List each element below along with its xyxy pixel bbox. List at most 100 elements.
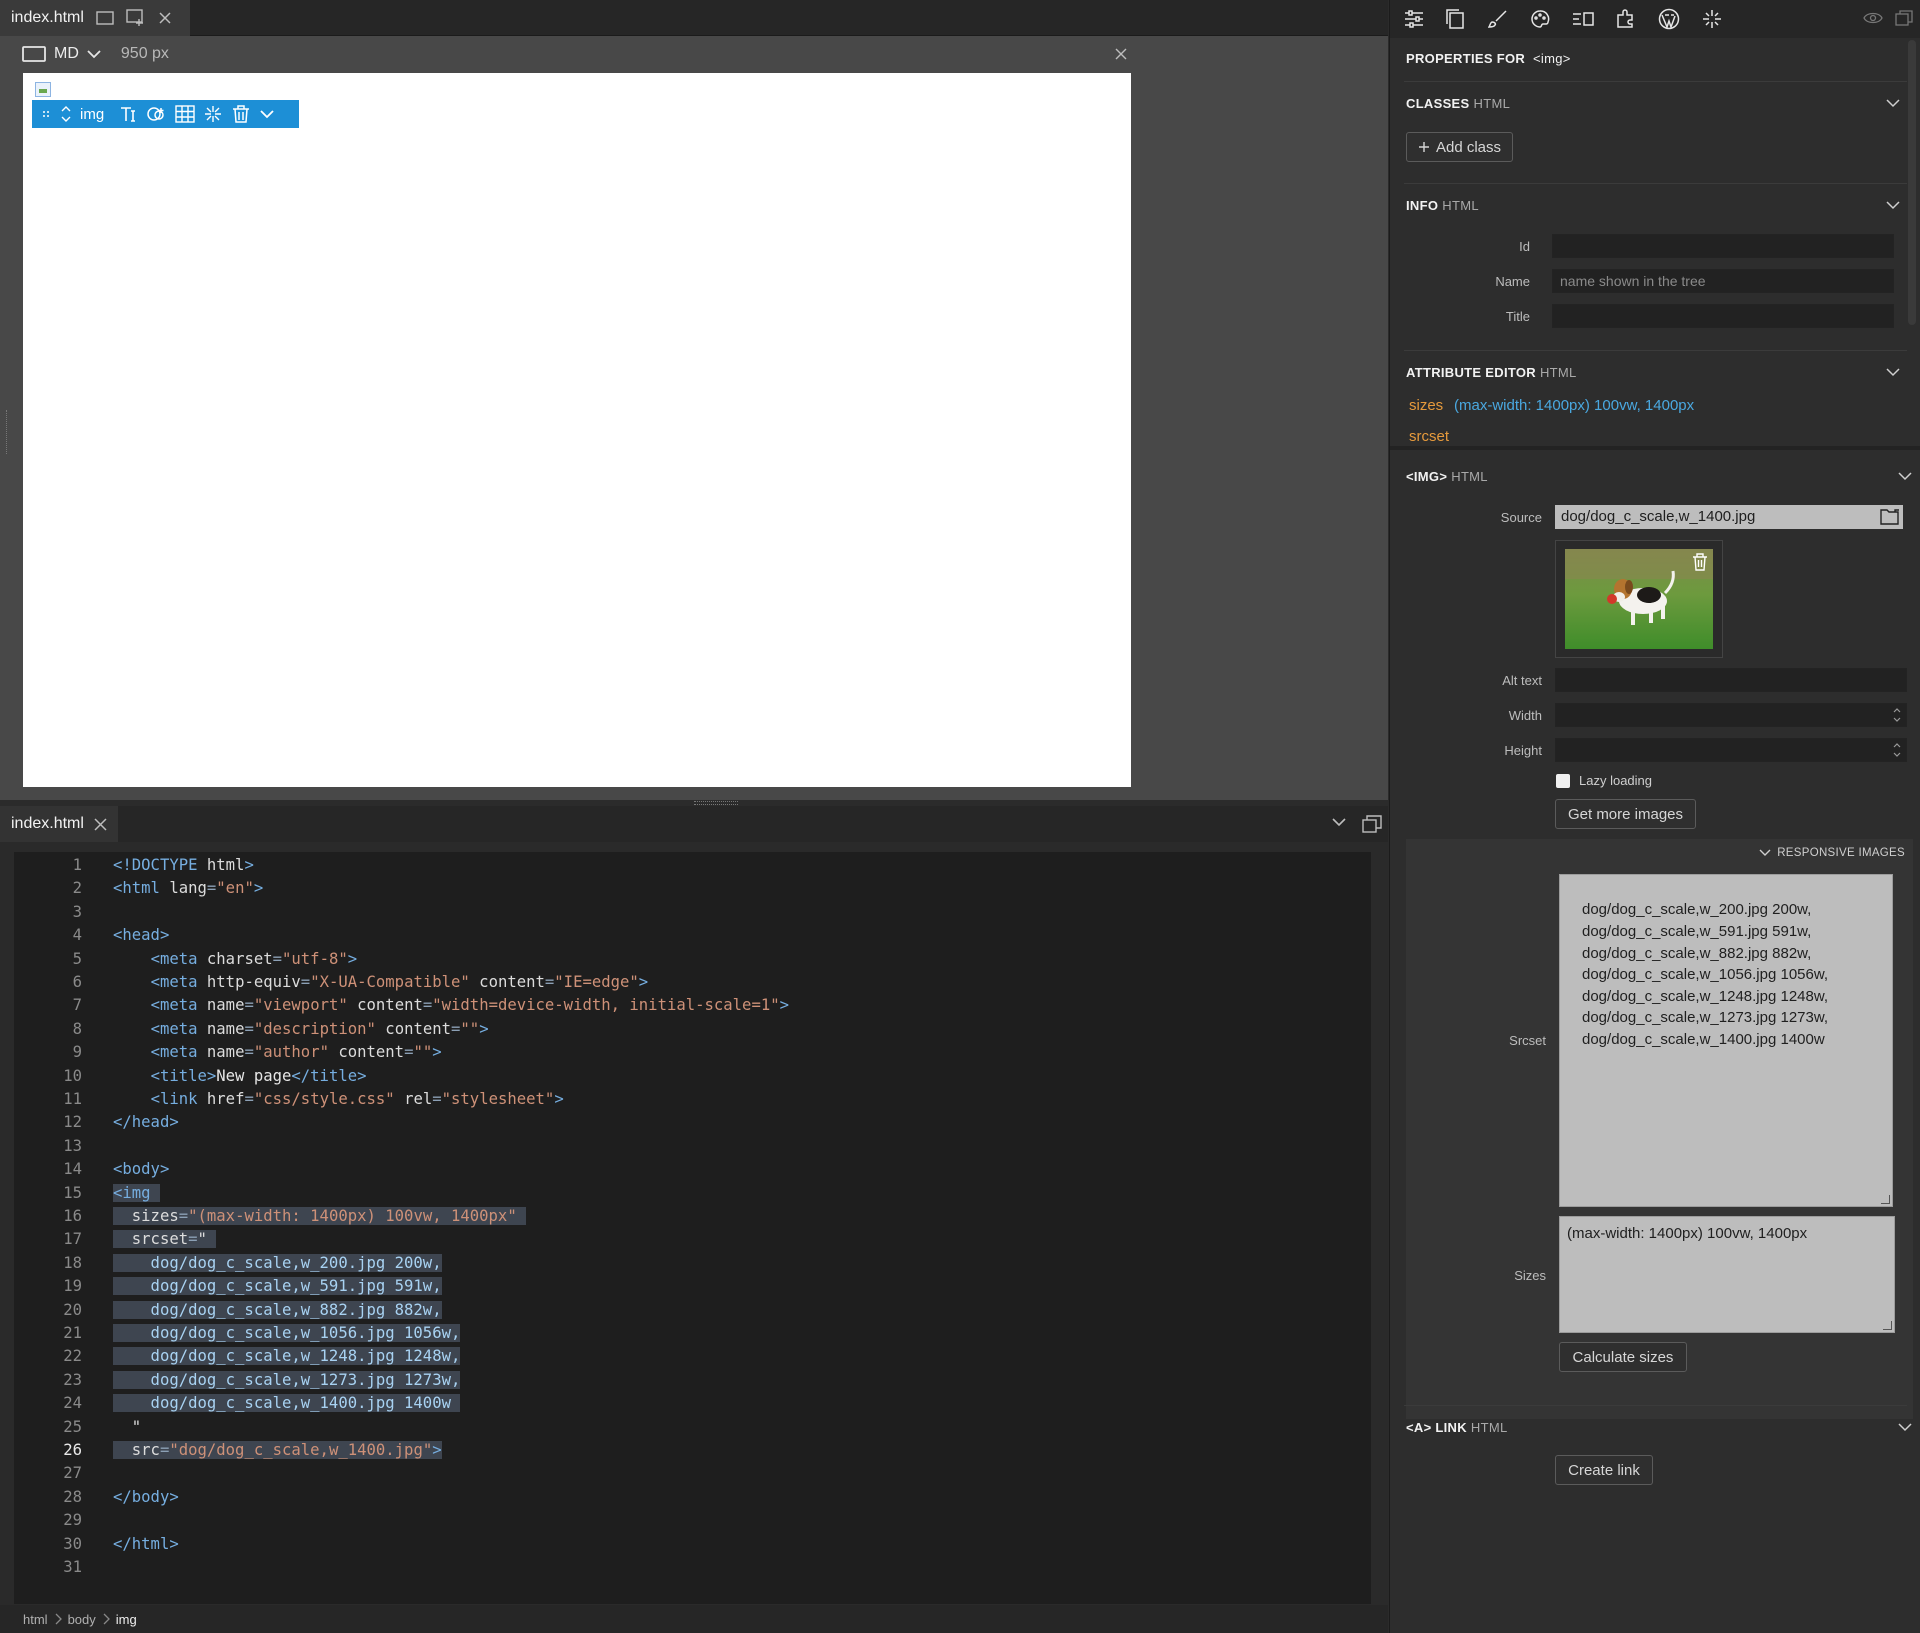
folder-icon[interactable]	[1880, 508, 1900, 525]
code-line[interactable]: 24 dog/dog_c_scale,w_1400.jpg 1400w	[14, 1392, 1371, 1415]
brush-icon[interactable]	[1488, 9, 1508, 29]
code-line[interactable]: 10 <title>New page</title>	[14, 1065, 1371, 1088]
code-line[interactable]: 21 dog/dog_c_scale,w_1056.jpg 1056w,	[14, 1322, 1371, 1345]
width-stepper[interactable]	[1892, 705, 1902, 727]
get-more-images-button[interactable]: Get more images	[1555, 799, 1696, 829]
chevron-down-icon[interactable]	[1886, 98, 1900, 108]
device-icon[interactable]	[22, 45, 46, 63]
section-resize-bar[interactable]	[1390, 446, 1920, 450]
document-tab[interactable]: index.html	[0, 0, 190, 36]
textarea-resize-grip[interactable]	[1881, 1195, 1890, 1204]
calculate-sizes-button[interactable]: Calculate sizes	[1559, 1342, 1687, 1372]
info-section-title[interactable]: INFO HTML	[1406, 198, 1479, 213]
classes-section-title[interactable]: CLASSES HTML	[1406, 96, 1510, 111]
palette-icon[interactable]	[1530, 9, 1550, 29]
properties-sliders-icon[interactable]	[1404, 9, 1424, 29]
chevron-down-icon[interactable]	[260, 109, 274, 119]
responsive-images-toggle[interactable]: RESPONSIVE IMAGES	[1759, 847, 1905, 859]
grid-icon[interactable]	[175, 105, 195, 123]
undock-icon[interactable]	[1362, 815, 1382, 833]
code-line[interactable]: 1 <!DOCTYPE html>	[14, 854, 1371, 877]
code-line[interactable]: 20 dog/dog_c_scale,w_882.jpg 882w,	[14, 1299, 1371, 1322]
name-input[interactable]: name shown in the tree	[1552, 269, 1894, 293]
add-class-button[interactable]: Add class	[1406, 132, 1513, 162]
design-canvas[interactable]: img	[23, 73, 1131, 787]
undock-icon[interactable]	[1895, 10, 1913, 26]
img-section-title[interactable]: <IMG> HTML	[1406, 469, 1488, 484]
close-icon[interactable]	[1115, 48, 1127, 60]
code-line[interactable]: 9 <meta name="author" content="">	[14, 1041, 1371, 1064]
magic-wand-icon[interactable]	[1702, 9, 1722, 29]
width-input[interactable]	[1555, 703, 1907, 727]
code-line[interactable]: 14 <body>	[14, 1158, 1371, 1181]
code-line[interactable]: 19 dog/dog_c_scale,w_591.jpg 591w,	[14, 1275, 1371, 1298]
code-line[interactable]: 27	[14, 1462, 1371, 1485]
code-editor[interactable]: 1 <!DOCTYPE html> 2 <html lang="en"> 3 4 <head…	[14, 852, 1371, 1604]
preview-window-icon[interactable]	[126, 9, 146, 27]
textarea-resize-grip[interactable]	[1883, 1321, 1892, 1330]
attribute-name-srcset[interactable]: srcset	[1409, 428, 1449, 445]
breadcrumb-item-body[interactable]: body	[68, 1612, 96, 1627]
code-line[interactable]: 25 "	[14, 1416, 1371, 1439]
height-input[interactable]	[1555, 738, 1907, 762]
page-icon[interactable]	[96, 10, 114, 26]
plugin-icon[interactable]	[1616, 9, 1636, 29]
panel-scrollbar[interactable]	[1908, 40, 1916, 325]
code-line[interactable]: 5 <meta charset="utf-8">	[14, 948, 1371, 971]
close-tab-icon[interactable]	[158, 11, 172, 25]
code-line[interactable]: 12 </head>	[14, 1111, 1371, 1134]
create-link-button[interactable]: Create link	[1555, 1455, 1653, 1485]
code-tab[interactable]: index.html	[0, 806, 118, 842]
code-line[interactable]: 22 dog/dog_c_scale,w_1248.jpg 1248w,	[14, 1345, 1371, 1368]
attribute-name-sizes[interactable]: sizes	[1409, 397, 1443, 414]
code-line[interactable]: 3	[14, 901, 1371, 924]
eye-icon[interactable]	[1863, 10, 1883, 26]
code-line[interactable]: 8 <meta name="description" content="">	[14, 1018, 1371, 1041]
image-preview[interactable]	[1555, 540, 1723, 658]
attribute-value-sizes[interactable]: (max-width: 1400px) 100vw, 1400px	[1454, 397, 1694, 414]
lazy-loading-checkbox[interactable]	[1556, 774, 1570, 788]
link-section-title[interactable]: <A> LINK HTML	[1406, 1420, 1508, 1435]
code-line[interactable]: 28 </body>	[14, 1486, 1371, 1509]
code-line[interactable]: 13	[14, 1135, 1371, 1158]
code-line[interactable]: 6 <meta http-equiv="X-UA-Compatible" con…	[14, 971, 1371, 994]
link-icon[interactable]	[146, 104, 166, 124]
code-line[interactable]: 15 <img	[14, 1182, 1371, 1205]
trash-icon[interactable]	[231, 104, 251, 124]
breadcrumb-item-html[interactable]: html	[23, 1612, 48, 1627]
code-line[interactable]: 2 <html lang="en">	[14, 877, 1371, 900]
trash-icon[interactable]	[1692, 553, 1708, 571]
split-resize-handle[interactable]	[694, 801, 738, 805]
chevron-down-icon[interactable]	[1886, 200, 1900, 210]
image-placeholder[interactable]	[35, 82, 51, 97]
magic-wand-icon[interactable]	[204, 105, 222, 123]
alt-text-input[interactable]	[1555, 668, 1907, 692]
code-line[interactable]: 17 srcset="	[14, 1228, 1371, 1251]
close-tab-icon[interactable]	[94, 817, 107, 831]
chevron-down-icon[interactable]	[87, 49, 101, 59]
code-line[interactable]: 11 <link href="css/style.css" rel="style…	[14, 1088, 1371, 1111]
code-line[interactable]: 26 src="dog/dog_c_scale,w_1400.jpg">	[14, 1439, 1371, 1462]
title-input[interactable]	[1552, 304, 1894, 328]
chevron-down-icon[interactable]	[1898, 471, 1912, 481]
srcset-textarea[interactable]: dog/dog_c_scale,w_200.jpg 200w, dog/dog_…	[1559, 874, 1893, 1207]
code-line[interactable]: 23 dog/dog_c_scale,w_1273.jpg 1273w,	[14, 1369, 1371, 1392]
code-line[interactable]: 4 <head>	[14, 924, 1371, 947]
resize-grip[interactable]	[6, 410, 9, 454]
code-line[interactable]: 29	[14, 1509, 1371, 1532]
move-updown-icon[interactable]	[61, 105, 71, 123]
id-input[interactable]	[1552, 234, 1894, 258]
attribute-editor-section-title[interactable]: ATTRIBUTE EDITOR HTML	[1406, 365, 1577, 380]
chevron-down-icon[interactable]	[1898, 1422, 1912, 1432]
chevron-down-icon[interactable]	[1886, 367, 1900, 377]
text-icon[interactable]	[119, 105, 137, 123]
form-icon[interactable]	[1572, 9, 1594, 29]
breadcrumb-item-img[interactable]: img	[116, 1612, 137, 1627]
code-line[interactable]: 31	[14, 1556, 1371, 1579]
code-line[interactable]: 18 dog/dog_c_scale,w_200.jpg 200w,	[14, 1252, 1371, 1275]
pages-icon[interactable]	[1446, 9, 1466, 29]
code-line[interactable]: 30 </html>	[14, 1533, 1371, 1556]
breakpoint-label[interactable]: MD	[54, 45, 79, 63]
code-line[interactable]: 7 <meta name="viewport" content="width=d…	[14, 994, 1371, 1017]
drag-handle-icon[interactable]	[42, 110, 52, 118]
